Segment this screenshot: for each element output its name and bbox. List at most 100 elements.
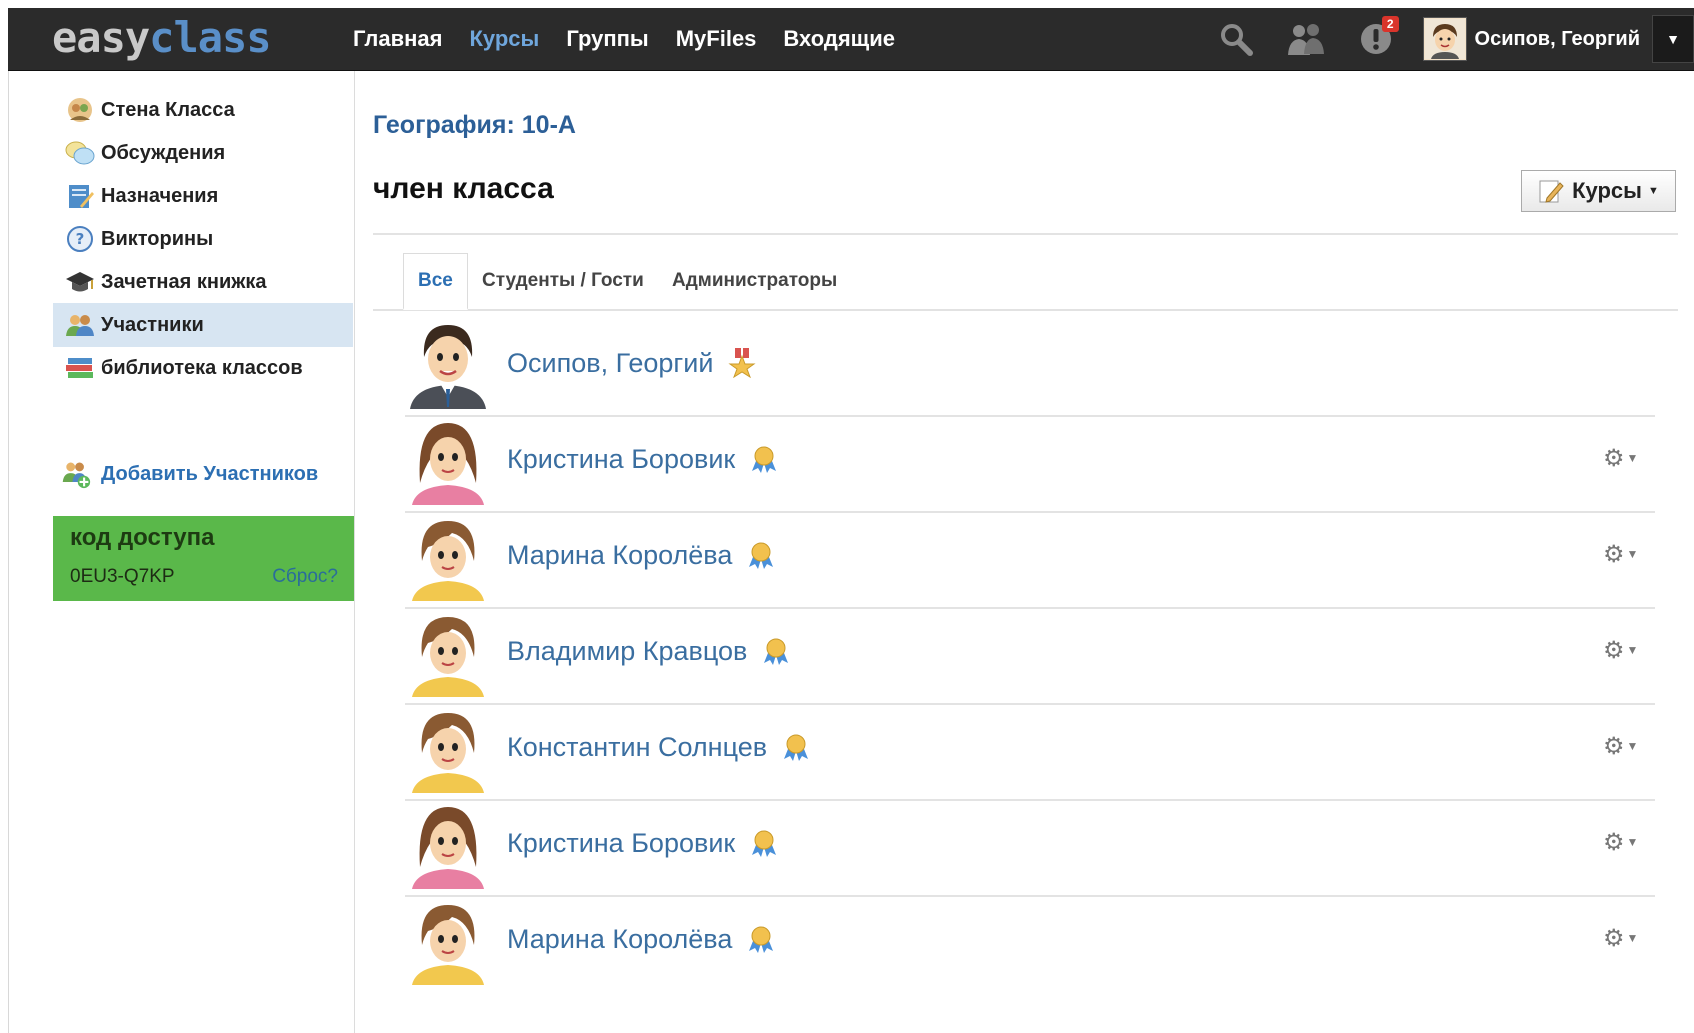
member-name-text: Константин Солнцев: [507, 731, 768, 762]
courses-button-label: Курсы: [1572, 178, 1642, 203]
wall-icon: [65, 95, 95, 125]
library-icon: [65, 353, 95, 383]
list-item: Кристина Боровик ⚙ ▼: [405, 791, 1655, 897]
sidebar-item-assignments[interactable]: Назначения: [53, 174, 353, 218]
sidebar-item-discussions[interactable]: Обсуждения: [53, 131, 353, 175]
logo-text-easy: easy: [52, 13, 150, 62]
gear-icon[interactable]: ⚙ ▼: [1603, 827, 1643, 857]
sidebar-item-wall[interactable]: Стена Класса: [53, 88, 353, 132]
sidebar-item-label: библиотека классов: [101, 356, 303, 379]
sidebar-item-label: Зачетная книжка: [101, 270, 267, 293]
member-filter-tabs: Все Студенты / Гости Администраторы: [373, 253, 1678, 311]
alert-icon[interactable]: 2: [1353, 16, 1399, 62]
caret-down-icon: ▼: [1647, 185, 1659, 197]
sidebar-item-label: Участники: [101, 313, 204, 336]
sidebar-item-label: Викторины: [101, 227, 214, 250]
add-members-label: Добавить Участников: [101, 462, 319, 485]
member-name[interactable]: Кристина Боровик: [507, 407, 779, 511]
easyclass-logo[interactable]: easyclass: [52, 13, 272, 62]
search-icon[interactable]: [1213, 16, 1259, 62]
member-name-text: Владимир Кравцов: [507, 635, 748, 666]
student-ribbon-icon: [746, 924, 776, 954]
notification-badge: 2: [1381, 16, 1399, 32]
divider: [373, 233, 1678, 235]
user-menu[interactable]: Осипов, Георгий ▼: [1422, 8, 1694, 70]
access-code-title: код доступа: [70, 524, 215, 551]
chat-bubbles-icon: [65, 138, 95, 168]
list-item: Осипов, Георгий: [405, 311, 1655, 417]
gear-icon[interactable]: ⚙ ▼: [1603, 635, 1643, 665]
member-name-text: Кристина Боровик: [507, 443, 736, 474]
nav-home[interactable]: Главная: [353, 26, 442, 52]
list-item: Марина Королёва ⚙ ▼: [405, 503, 1655, 609]
sidebar-item-label: Обсуждения: [101, 141, 226, 164]
avatar[interactable]: [408, 509, 488, 601]
tab-students-guests[interactable]: Студенты / Гости: [482, 253, 644, 309]
courses-dropdown-button[interactable]: Курсы ▼: [1521, 170, 1676, 212]
avatar: [1422, 17, 1467, 61]
gear-icon[interactable]: ⚙ ▼: [1603, 539, 1643, 569]
avatar[interactable]: [408, 893, 488, 985]
member-name-text: Марина Королёва: [507, 539, 733, 570]
add-members-link[interactable]: Добавить Участников: [61, 451, 318, 497]
current-user-name[interactable]: Осипов, Георгий: [1475, 28, 1640, 51]
sidebar: Стена Класса Обсуждения Назначения ? Вик…: [8, 71, 355, 1033]
assignment-icon: [65, 181, 95, 211]
list-item: Владимир Кравцов ⚙ ▼: [405, 599, 1655, 705]
member-name-text: Марина Королёва: [507, 923, 733, 954]
gear-icon[interactable]: ⚙ ▼: [1603, 731, 1643, 761]
member-name-text: Осипов, Георгий: [507, 347, 714, 378]
sidebar-item-label: Назначения: [101, 184, 219, 207]
people-icon[interactable]: [1283, 16, 1329, 62]
sidebar-item-quizzes[interactable]: ? Викторины: [53, 217, 353, 261]
student-ribbon-icon: [761, 636, 791, 666]
nav-inbox[interactable]: Входящие: [783, 26, 895, 52]
avatar[interactable]: [408, 605, 488, 697]
reset-code-link[interactable]: Сброс?: [272, 566, 338, 588]
list-item: Марина Королёва ⚙ ▼: [405, 887, 1655, 991]
nav-groups[interactable]: Группы: [566, 26, 648, 52]
chevron-down-icon[interactable]: ▼: [1652, 15, 1694, 63]
member-name[interactable]: Кристина Боровик: [507, 791, 779, 895]
gear-icon[interactable]: ⚙ ▼: [1603, 923, 1643, 953]
nav-myfiles[interactable]: MyFiles: [676, 26, 757, 52]
member-name[interactable]: Владимир Кравцов: [507, 599, 791, 703]
sidebar-item-library[interactable]: библиотека классов: [53, 346, 353, 390]
member-name-text: Кристина Боровик: [507, 827, 736, 858]
student-ribbon-icon: [749, 828, 779, 858]
tab-administrators[interactable]: Администраторы: [672, 253, 837, 309]
avatar[interactable]: [408, 797, 488, 889]
course-title[interactable]: География: 10-А: [373, 111, 576, 140]
edit-icon: [1538, 178, 1564, 204]
student-ribbon-icon: [746, 540, 776, 570]
student-ribbon-icon: [749, 444, 779, 474]
access-code-value: 0EU3-Q7KP: [70, 566, 175, 587]
sidebar-item-members[interactable]: Участники: [53, 303, 353, 347]
member-name[interactable]: Марина Королёва: [507, 887, 776, 991]
nav-courses[interactable]: Курсы: [469, 26, 539, 52]
access-code-panel: код доступа 0EU3-Q7KP Сброс?: [53, 516, 354, 601]
gear-icon[interactable]: ⚙ ▼: [1603, 443, 1643, 473]
avatar[interactable]: [408, 701, 488, 793]
svg-text:?: ?: [76, 230, 85, 248]
tab-all[interactable]: Все: [403, 253, 468, 310]
top-right-tools: 2 Осипов, Георгий ▼: [1213, 8, 1694, 70]
main-content: География: 10-А член класса Курсы ▼ Все …: [355, 71, 1694, 1033]
top-navigation-bar: easyclass Главная Курсы Группы MyFiles В…: [8, 8, 1694, 71]
logo-text-class: class: [149, 13, 271, 62]
main-nav: Главная Курсы Группы MyFiles Входящие: [353, 8, 922, 70]
sidebar-item-gradebook[interactable]: Зачетная книжка: [53, 260, 353, 304]
add-user-icon: [61, 459, 91, 489]
members-icon: [65, 310, 95, 340]
member-name[interactable]: Марина Королёва: [507, 503, 776, 607]
sidebar-item-label: Стена Класса: [101, 98, 235, 121]
list-item: Кристина Боровик ⚙ ▼: [405, 407, 1655, 513]
graduation-cap-icon: [65, 267, 95, 297]
member-name[interactable]: Константин Солнцев: [507, 695, 811, 799]
owner-star-icon: [727, 348, 757, 378]
student-ribbon-icon: [781, 732, 811, 762]
avatar[interactable]: [408, 317, 488, 409]
quiz-icon: ?: [65, 224, 95, 254]
member-name[interactable]: Осипов, Георгий: [507, 311, 757, 415]
avatar[interactable]: [408, 413, 488, 505]
